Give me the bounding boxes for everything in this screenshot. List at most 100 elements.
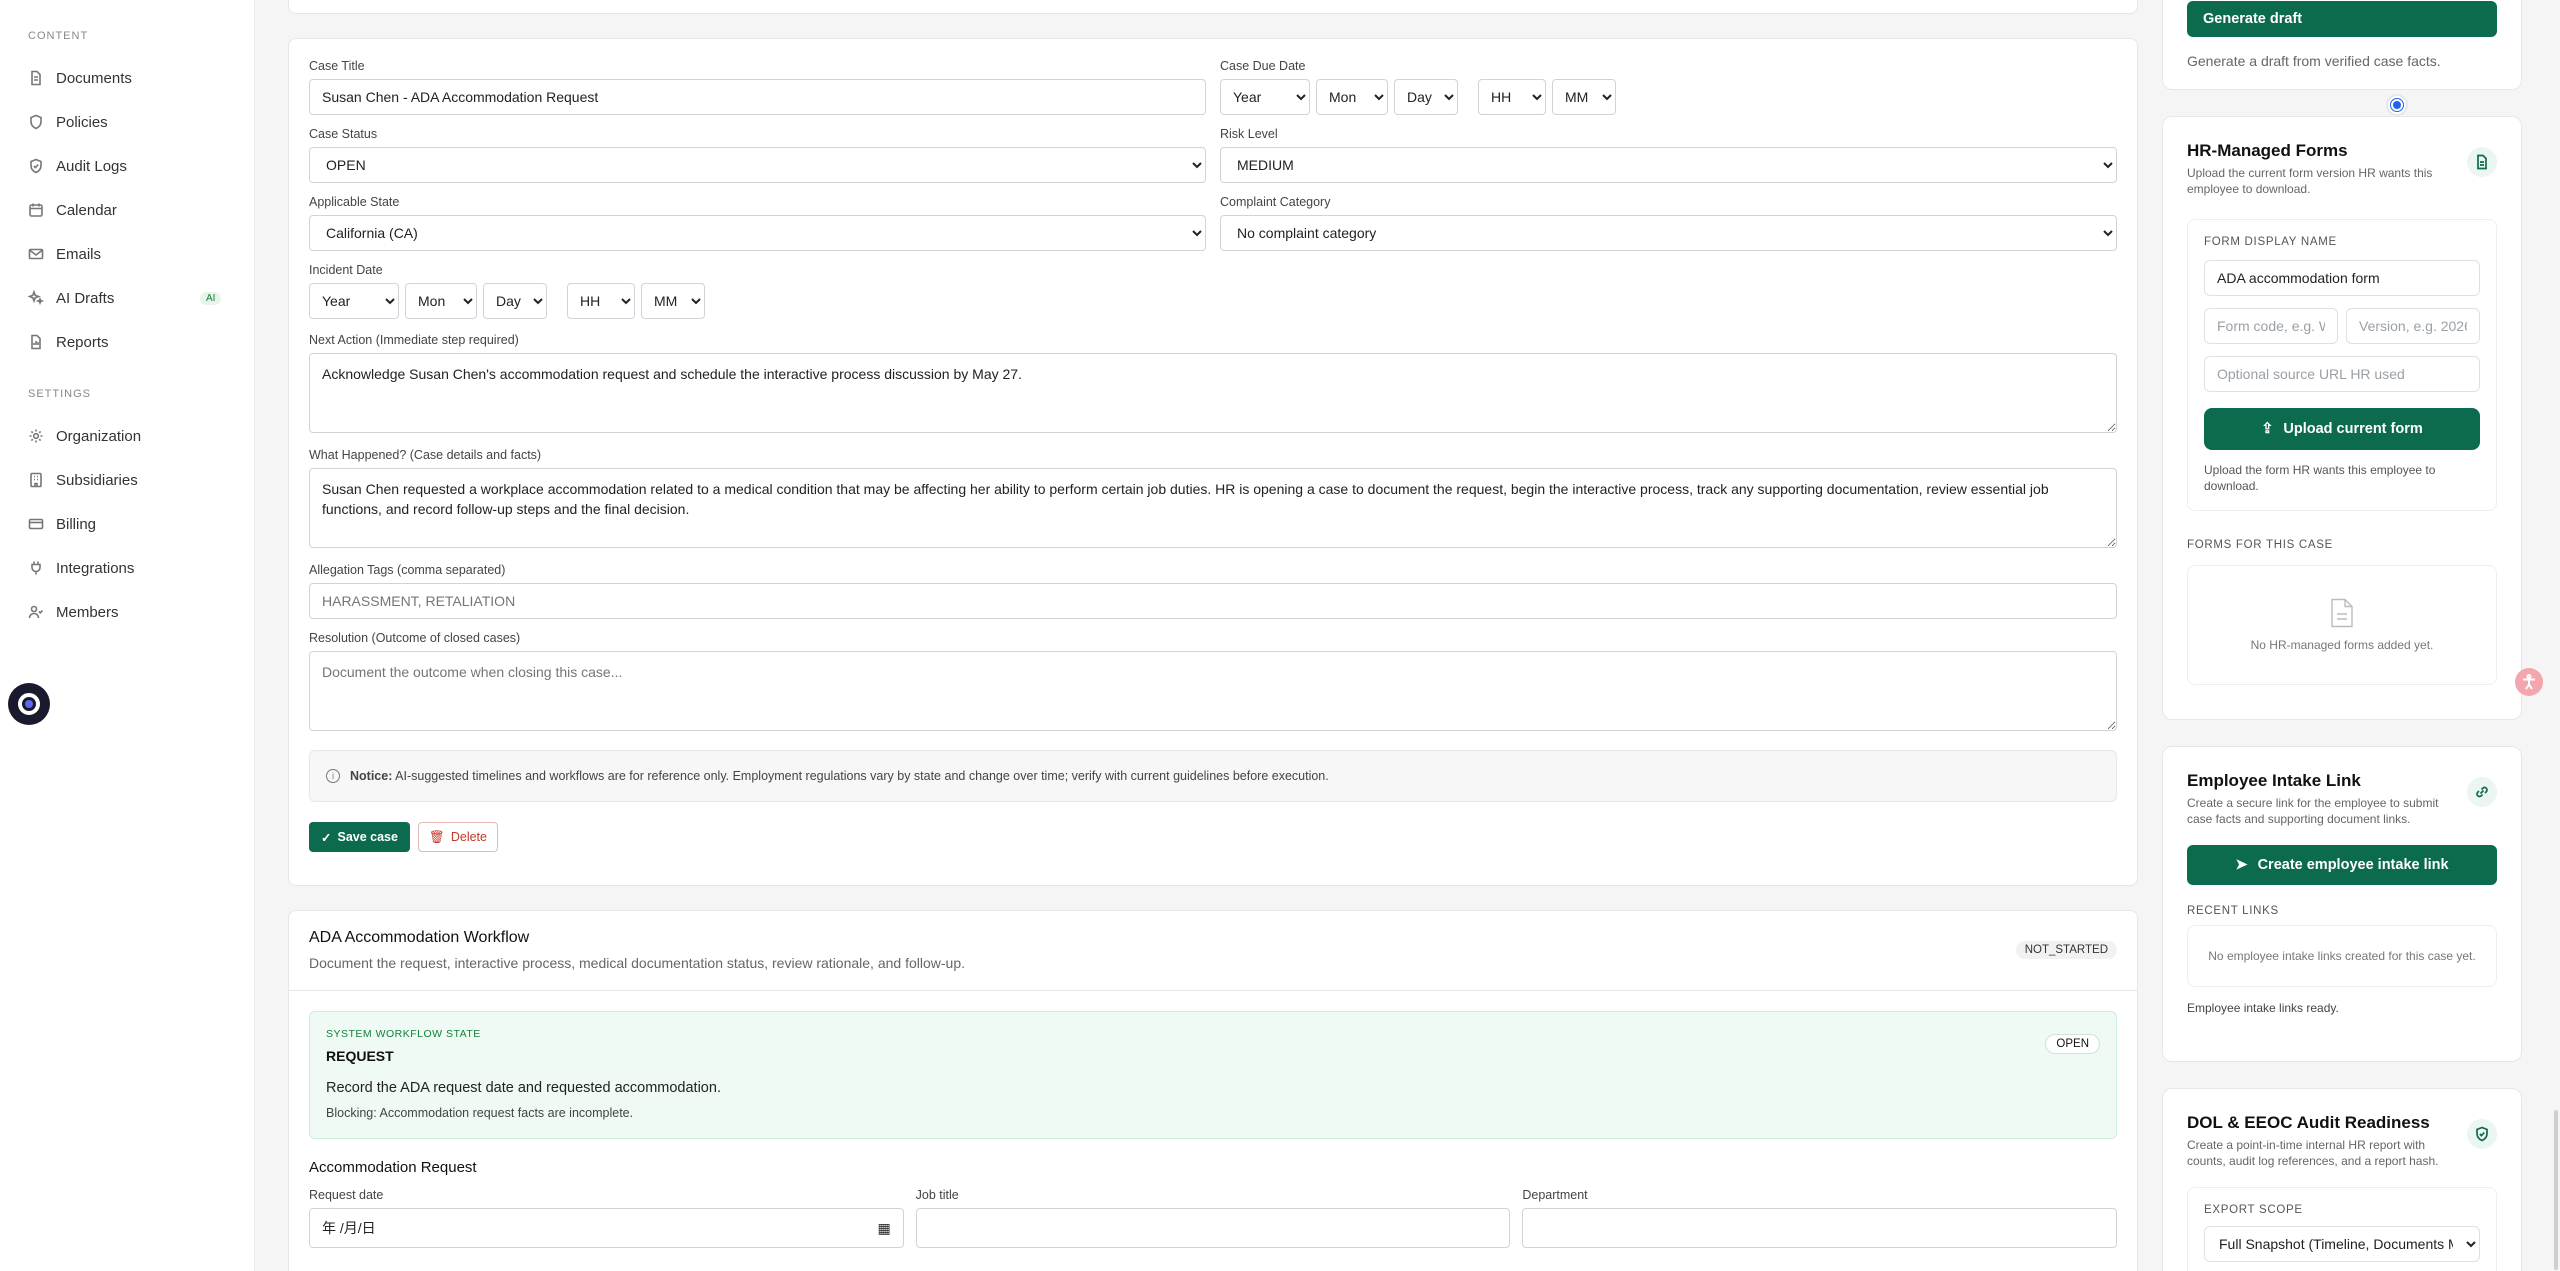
sidebar-item-ai-drafts[interactable]: AI Drafts AI	[28, 276, 228, 320]
notice-bold: Notice:	[350, 769, 393, 783]
sidebar-item-integrations[interactable]: Integrations	[28, 546, 228, 590]
sidebar-item-label: Documents	[56, 69, 132, 87]
what-happened-label: What Happened? (Case details and facts)	[309, 448, 542, 462]
sidebar-item-documents[interactable]: Documents	[28, 56, 228, 100]
request-date-input[interactable]: 年 /月/日 ▦	[309, 1208, 904, 1248]
case-title-input[interactable]	[309, 79, 1206, 115]
resolution-label: Resolution (Outcome of closed cases)	[309, 631, 521, 645]
status-label: Case Status	[309, 127, 378, 141]
risk-label: Risk Level	[1220, 127, 1278, 141]
sidebar-item-label: Billing	[56, 515, 97, 533]
sidebar-item-calendar[interactable]: Calendar	[28, 188, 228, 232]
department-input[interactable]	[1522, 1208, 2118, 1248]
job-title-input[interactable]	[915, 1208, 1511, 1248]
create-intake-link-button[interactable]: ➤ Create employee intake link	[2187, 845, 2497, 885]
request-date-label: Request date	[309, 1188, 384, 1202]
main-content: Case Title Case Due Date Year Mon Day HH…	[288, 0, 2138, 1271]
audit-title: DOL & EEOC Audit Readiness	[2187, 1113, 2430, 1132]
sidebar-item-label: Reports	[56, 333, 109, 351]
due-minute-select[interactable]: MM	[1552, 79, 1616, 115]
building-icon	[28, 472, 44, 488]
upload-form-button[interactable]: ⇪ Upload current form	[2204, 408, 2480, 450]
sidebar-item-label: Emails	[56, 245, 102, 263]
file-icon	[2467, 147, 2497, 177]
status-select[interactable]: OPEN	[309, 147, 1206, 183]
due-day-select[interactable]: Day	[1394, 79, 1458, 115]
state-description: Record the ADA request date and requeste…	[326, 1080, 721, 1096]
sidebar-item-policies[interactable]: Policies	[28, 100, 228, 144]
sidebar-item-audit-logs[interactable]: Audit Logs	[28, 144, 228, 188]
source-url-input[interactable]	[2204, 356, 2480, 392]
sidebar-item-subsidiaries[interactable]: Subsidiaries	[28, 458, 228, 502]
due-year-select[interactable]: Year	[1220, 79, 1310, 115]
delete-button[interactable]: 🗑 Delete	[417, 822, 498, 852]
due-hour-select[interactable]: HH	[1478, 79, 1546, 115]
calendar-icon[interactable]: ▦	[877, 1220, 890, 1237]
notice-banner: i Notice: AI-suggested timelines and wor…	[309, 750, 2117, 802]
sidebar-item-organization[interactable]: Organization	[28, 414, 228, 458]
incident-month-select[interactable]: Mon	[405, 283, 477, 319]
incident-day-select[interactable]: Day	[483, 283, 547, 319]
due-month-select[interactable]: Mon	[1316, 79, 1388, 115]
assistant-launcher-icon[interactable]	[8, 683, 50, 725]
sidebar-item-members[interactable]: Members	[28, 590, 228, 634]
department-label: Department	[1522, 1188, 1588, 1202]
hr-forms-card: HR-Managed Forms Upload the current form…	[2162, 116, 2522, 720]
users-icon	[28, 604, 44, 620]
info-icon: i	[326, 769, 340, 783]
forms-title: HR-Managed Forms	[2187, 141, 2348, 160]
resolution-textarea[interactable]	[309, 651, 2117, 731]
state-select[interactable]: California (CA)	[309, 215, 1206, 251]
intake-link-card: Employee Intake Link Create a secure lin…	[2162, 746, 2522, 1062]
workflow-title: ADA Accommodation Workflow	[309, 929, 530, 946]
settings-nav: Organization Subsidiaries Billing Integr…	[28, 414, 254, 634]
send-icon: ➤	[2235, 857, 2248, 873]
risk-select[interactable]: MEDIUM	[1220, 147, 2117, 183]
incident-label: Incident Date	[309, 263, 383, 277]
incident-year-select[interactable]: Year	[309, 283, 399, 319]
check-icon: ✓	[321, 830, 332, 845]
version-input[interactable]	[2346, 308, 2480, 344]
workflow-subtitle: Document the request, interactive proces…	[309, 955, 966, 971]
form-code-input[interactable]	[2204, 308, 2338, 344]
tags-input[interactable]	[309, 583, 2117, 619]
intake-ready-text: Employee intake links ready.	[2187, 1001, 2339, 1015]
form-name-input[interactable]	[2204, 260, 2480, 296]
generate-draft-button[interactable]: Generate draft	[2187, 1, 2497, 37]
incident-minute-select[interactable]: MM	[641, 283, 705, 319]
complaint-label: Complaint Category	[1220, 195, 1331, 209]
link-icon	[2467, 777, 2497, 807]
document-icon	[28, 70, 44, 86]
incident-hour-select[interactable]: HH	[567, 283, 635, 319]
empty-file-icon	[2331, 598, 2353, 628]
sidebar-item-reports[interactable]: Reports	[28, 320, 228, 364]
generate-draft-card: Generate draft Generate a draft from ver…	[2162, 0, 2522, 90]
export-scope-select[interactable]: Full Snapshot (Timeline, Documents Metad…	[2204, 1226, 2480, 1262]
report-icon	[28, 334, 44, 350]
save-case-button[interactable]: ✓ Save case	[309, 822, 410, 852]
state-label: Applicable State	[309, 195, 400, 209]
generate-note: Generate a draft from verified case fact…	[2187, 53, 2441, 69]
sparkles-icon	[28, 290, 44, 306]
sidebar-item-label: AI Drafts	[56, 289, 115, 307]
sidebar-item-billing[interactable]: Billing	[28, 502, 228, 546]
complaint-select[interactable]: No complaint category	[1220, 215, 2117, 251]
accessibility-icon[interactable]	[2515, 668, 2543, 696]
scrollbar-thumb[interactable]	[2554, 1110, 2558, 1270]
calendar-icon	[28, 202, 44, 218]
form-upload-box: FORM DISPLAY NAME ⇪ Upload current form …	[2187, 219, 2497, 511]
due-date-picker: Year Mon Day HH MM	[1220, 79, 2117, 115]
state-status-badge: OPEN	[2045, 1034, 2100, 1054]
recent-links-caption: RECENT LINKS	[2187, 905, 2279, 917]
mail-icon	[28, 246, 44, 262]
sidebar-item-emails[interactable]: Emails	[28, 232, 228, 276]
ai-badge: AI	[200, 291, 222, 305]
incident-date-picker: Year Mon Day HH MM	[309, 283, 2117, 319]
workflow-state-box: SYSTEM WORKFLOW STATE REQUEST Record the…	[309, 1011, 2117, 1139]
what-happened-textarea[interactable]: Susan Chen requested a workplace accommo…	[309, 468, 2117, 548]
step-marker-icon	[2386, 94, 2408, 116]
right-panel: Generate draft Generate a draft from ver…	[2162, 0, 2522, 1271]
sidebar-item-label: Organization	[56, 427, 142, 445]
plug-icon	[28, 560, 44, 576]
next-action-textarea[interactable]: Acknowledge Susan Chen's accommodation r…	[309, 353, 2117, 433]
